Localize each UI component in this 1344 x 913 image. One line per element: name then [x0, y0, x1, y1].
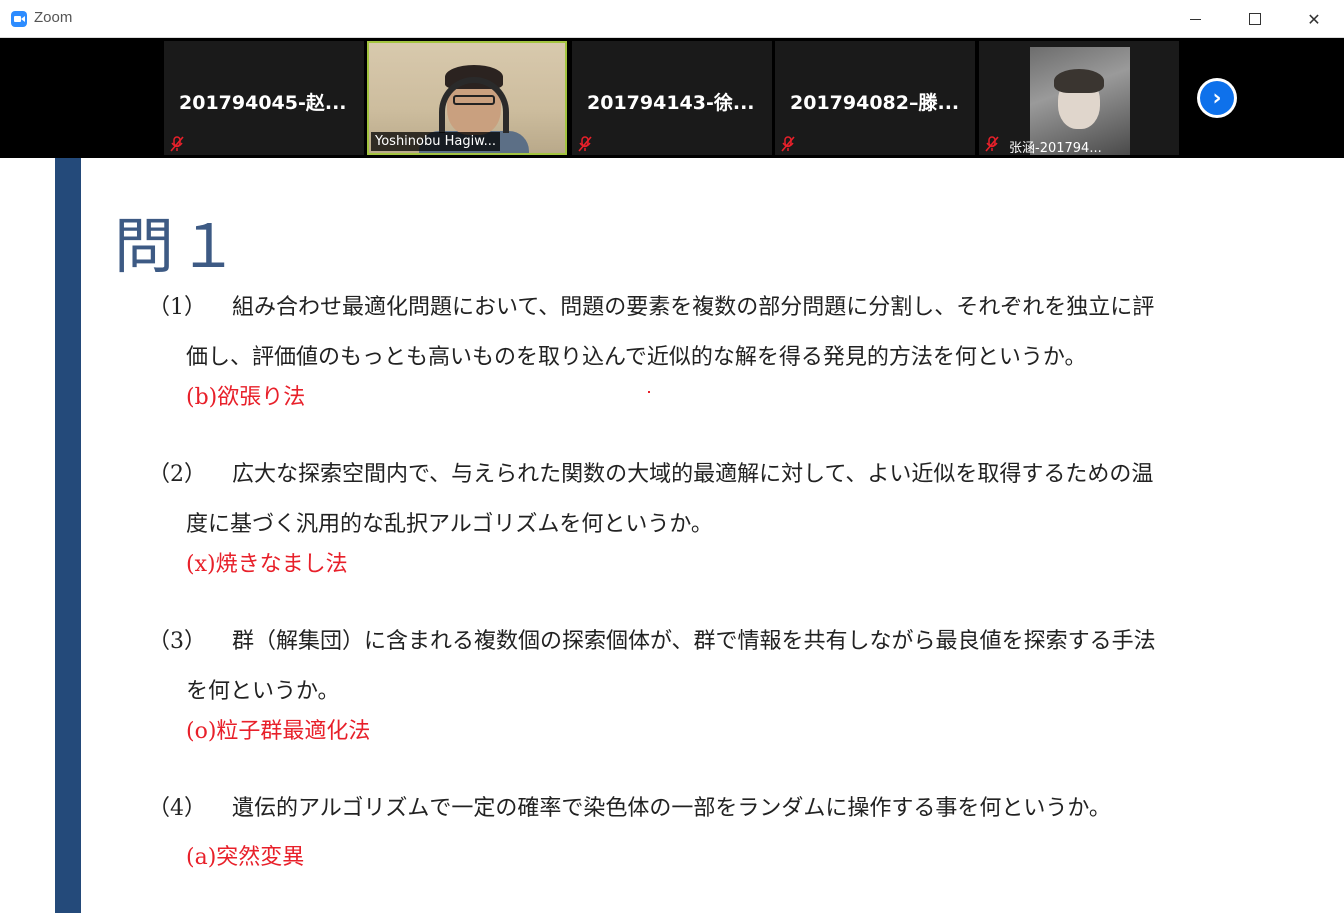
minimize-button[interactable]: [1165, 0, 1225, 38]
question-number: （3）: [148, 629, 206, 654]
participant-name: 201794045-赵...: [179, 92, 347, 114]
answer-text: (a)突然変異: [186, 845, 305, 870]
question-number: （2）: [148, 462, 206, 487]
mic-muted-icon: [578, 136, 592, 152]
answer-text: (b)欲張り法: [186, 385, 306, 410]
participant-tile[interactable]: 201794082–滕...: [775, 41, 975, 155]
question-line: （3） 群（解集団）に含まれる複数個の探索個体が、群で情報を共有しながら最良値を探…: [148, 620, 1156, 664]
mic-muted-icon: [170, 136, 184, 152]
next-page-button[interactable]: ›: [1197, 78, 1237, 118]
mic-muted-icon: [781, 136, 795, 152]
shared-slide: 問１ （1） 組み合わせ最適化問題において、問題の要素を複数の部分問題に分割し、そ…: [0, 158, 1344, 913]
participant-tile[interactable]: 201794143-徐...: [572, 41, 772, 155]
maximize-icon: [1249, 13, 1261, 25]
question-text: 組み合わせ最適化問題において、問題の要素を複数の部分問題に分割し、それぞれを独立…: [232, 295, 1155, 320]
slide-accent-bar: [55, 158, 81, 913]
video-strip: 201794045-赵... Yoshinobu Hagiw... 201794…: [0, 38, 1344, 158]
question-number: （4）: [148, 796, 206, 821]
question-text-continued: 価し、評価値のもっとも高いものを取り込んで近似的な解を得る発見的方法を何というか…: [186, 345, 1087, 370]
question-line: （2） 広大な探索空間内で、与えられた関数の大域的最適解に対して、よい近似を取得す…: [148, 453, 1153, 497]
question-text: 遺伝的アルゴリズムで一定の確率で染色体の一部をランダムに操作する事を何というか。: [232, 796, 1111, 821]
slide-title: 問１: [114, 212, 242, 282]
question-text: 広大な探索空間内で、与えられた関数の大域的最適解に対して、よい近似を取得するため…: [232, 462, 1154, 487]
question-text-continued: 度に基づく汎用的な乱択アルゴリズムを何というか。: [186, 512, 713, 537]
question-text-continued: を何というか。: [186, 679, 340, 704]
participant-tile-active[interactable]: Yoshinobu Hagiw...: [367, 41, 567, 155]
question-line: （4） 遺伝的アルゴリズムで一定の確率で染色体の一部をランダムに操作する事を何とい…: [148, 787, 1111, 831]
participant-tile[interactable]: 201794045-赵...: [164, 41, 364, 155]
zoom-app-icon: [11, 11, 27, 27]
annotation-dot: [648, 391, 650, 393]
answer-text: (x)焼きなまし法: [186, 552, 348, 577]
participant-name: Yoshinobu Hagiw...: [371, 132, 501, 151]
chevron-right-icon: ›: [1200, 81, 1234, 115]
participant-name: 张涵-201794...: [1009, 141, 1102, 155]
question-text: 群（解集団）に含まれる複数個の探索個体が、群で情報を共有しながら最良値を探索する…: [232, 629, 1156, 654]
window-titlebar: Zoom ✕: [0, 0, 1344, 38]
participant-name: 201794143-徐...: [587, 92, 755, 114]
answer-text: (o)粒子群最適化法: [186, 719, 371, 744]
question-number: （1）: [148, 295, 206, 320]
close-button[interactable]: ✕: [1284, 0, 1344, 38]
mic-muted-icon: [985, 136, 999, 152]
participant-name: 201794082–滕...: [790, 92, 960, 114]
close-icon: ✕: [1307, 9, 1321, 29]
minimize-icon: [1189, 18, 1201, 20]
participant-tile[interactable]: 张涵-201794...: [979, 41, 1179, 155]
window-title: Zoom: [34, 9, 73, 26]
photo-hair: [1054, 69, 1104, 93]
question-line: （1） 組み合わせ最適化問題において、問題の要素を複数の部分問題に分割し、それぞれ…: [148, 286, 1154, 330]
maximize-button[interactable]: [1225, 0, 1285, 38]
